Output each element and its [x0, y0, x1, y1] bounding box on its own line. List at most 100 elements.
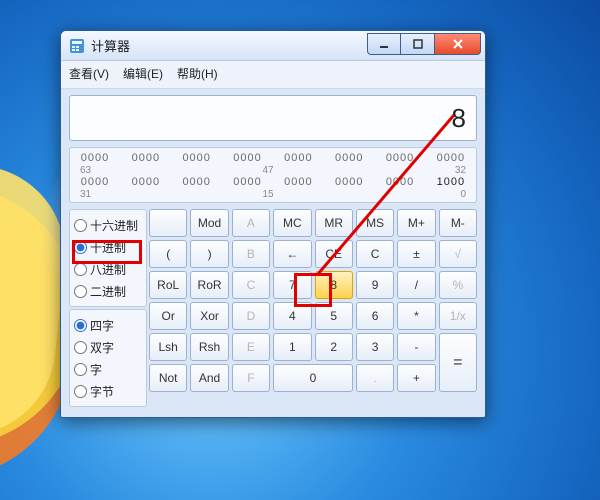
bit-group[interactable]: 0000 [231, 176, 265, 188]
bit-group[interactable]: 0000 [383, 152, 417, 164]
key-rsh[interactable]: Rsh [190, 333, 228, 361]
menu-bar: 查看(V) 编辑(E) 帮助(H) [61, 61, 485, 89]
key-sqrt[interactable]: √ [439, 240, 477, 268]
key-mod[interactable]: Mod [190, 209, 228, 237]
key-minus[interactable]: - [397, 333, 435, 361]
key-backspace[interactable]: ← [273, 240, 311, 268]
bit-group[interactable]: 0000 [281, 176, 315, 188]
bit-group[interactable]: 0000 [180, 152, 214, 164]
bit-label: 0 [406, 189, 466, 200]
key-negate[interactable]: ± [397, 240, 435, 268]
key-xor[interactable]: Xor [190, 302, 228, 330]
key-0[interactable]: 0 [273, 364, 353, 392]
key-ror[interactable]: RoR [190, 271, 228, 299]
key-3[interactable]: 3 [356, 333, 394, 361]
radio-dword[interactable]: 双字 [74, 336, 142, 358]
bit-group[interactable]: 0000 [332, 152, 366, 164]
bit-group[interactable]: 0000 [332, 176, 366, 188]
calculator-window: 计算器 查看(V) 编辑(E) 帮助(H) 8 0000 0000 0000 0… [60, 30, 486, 418]
keypad: Mod A MC MR MS M+ M- ( ) B ← CE C ± √ Ro… [149, 209, 477, 407]
calculator-app-icon [69, 38, 85, 54]
maximize-button[interactable] [401, 33, 435, 55]
key-6[interactable]: 6 [356, 302, 394, 330]
minimize-button[interactable] [367, 33, 401, 55]
radix-group: 十六进制 十进制 八进制 二进制 [69, 209, 147, 307]
key-e[interactable]: E [232, 333, 270, 361]
radio-word[interactable]: 字 [74, 358, 142, 380]
radio-bin[interactable]: 二进制 [74, 280, 142, 302]
key-4[interactable]: 4 [273, 302, 311, 330]
key-lparen[interactable]: ( [149, 240, 187, 268]
radio-word-label: 字 [90, 361, 102, 378]
radio-byte[interactable]: 字节 [74, 380, 142, 402]
radio-dec[interactable]: 十进制 [74, 236, 142, 258]
radio-qword-label: 四字 [90, 317, 114, 334]
bit-label: 15 [130, 189, 406, 200]
key-8[interactable]: 8 [315, 271, 353, 299]
key-ms[interactable]: MS [356, 209, 394, 237]
key-rol[interactable]: RoL [149, 271, 187, 299]
bit-group[interactable]: 0000 [383, 176, 417, 188]
bit-group[interactable]: 0000 [180, 176, 214, 188]
radio-qword[interactable]: 四字 [74, 314, 142, 336]
titlebar[interactable]: 计算器 [61, 31, 485, 61]
radio-oct[interactable]: 八进制 [74, 258, 142, 280]
key-b[interactable]: B [232, 240, 270, 268]
menu-edit[interactable]: 编辑(E) [123, 65, 163, 82]
key-dot[interactable]: . [356, 364, 394, 392]
key-5[interactable]: 5 [315, 302, 353, 330]
key-9[interactable]: 9 [356, 271, 394, 299]
radio-hex[interactable]: 十六进制 [74, 214, 142, 236]
key-mminus[interactable]: M- [439, 209, 477, 237]
key-divide[interactable]: / [397, 271, 435, 299]
bit-group[interactable]: 0000 [129, 176, 163, 188]
key-mplus[interactable]: M+ [397, 209, 435, 237]
key-ce[interactable]: CE [315, 240, 353, 268]
radio-dword-label: 双字 [90, 339, 114, 356]
key-c-clear[interactable]: C [356, 240, 394, 268]
key-1[interactable]: 1 [273, 333, 311, 361]
window-title: 计算器 [91, 36, 130, 55]
key-mr[interactable]: MR [315, 209, 353, 237]
key-lsh[interactable]: Lsh [149, 333, 187, 361]
close-button[interactable] [435, 33, 481, 55]
key-a[interactable]: A [232, 209, 270, 237]
bit-panel: 0000 0000 0000 0000 0000 0000 0000 0000 … [69, 147, 477, 203]
key-plus[interactable]: + [397, 364, 435, 392]
radio-dec-label: 十进制 [90, 239, 126, 256]
bit-label: 32 [406, 165, 466, 176]
key-rparen[interactable]: ) [190, 240, 228, 268]
bit-group[interactable]: 0000 [231, 152, 265, 164]
result-display: 8 [69, 95, 477, 141]
bit-group[interactable]: 0000 [281, 152, 315, 164]
key-blank[interactable] [149, 209, 187, 237]
maximize-icon [413, 39, 423, 49]
window-controls [367, 33, 481, 55]
key-c-hex[interactable]: C [232, 271, 270, 299]
menu-help[interactable]: 帮助(H) [177, 65, 218, 82]
close-icon [452, 38, 464, 50]
menu-view[interactable]: 查看(V) [69, 65, 109, 82]
display-value: 8 [452, 103, 466, 134]
key-7[interactable]: 7 [273, 271, 311, 299]
key-multiply[interactable]: * [397, 302, 435, 330]
key-mc[interactable]: MC [273, 209, 311, 237]
radio-oct-label: 八进制 [90, 261, 126, 278]
radio-bin-label: 二进制 [90, 283, 126, 300]
bit-group[interactable]: 1000 [434, 176, 468, 188]
bit-group[interactable]: 0000 [129, 152, 163, 164]
key-not[interactable]: Not [149, 364, 187, 392]
key-f[interactable]: F [232, 364, 270, 392]
key-recip[interactable]: 1/x [439, 302, 477, 330]
bit-group[interactable]: 0000 [78, 152, 112, 164]
key-percent[interactable]: % [439, 271, 477, 299]
key-d[interactable]: D [232, 302, 270, 330]
radio-hex-label: 十六进制 [90, 217, 138, 234]
key-equals[interactable]: = [439, 333, 477, 392]
key-2[interactable]: 2 [315, 333, 353, 361]
bit-group[interactable]: 0000 [78, 176, 112, 188]
key-or[interactable]: Or [149, 302, 187, 330]
wordsize-group: 四字 双字 字 字节 [69, 309, 147, 407]
key-and[interactable]: And [190, 364, 228, 392]
bit-group[interactable]: 0000 [434, 152, 468, 164]
